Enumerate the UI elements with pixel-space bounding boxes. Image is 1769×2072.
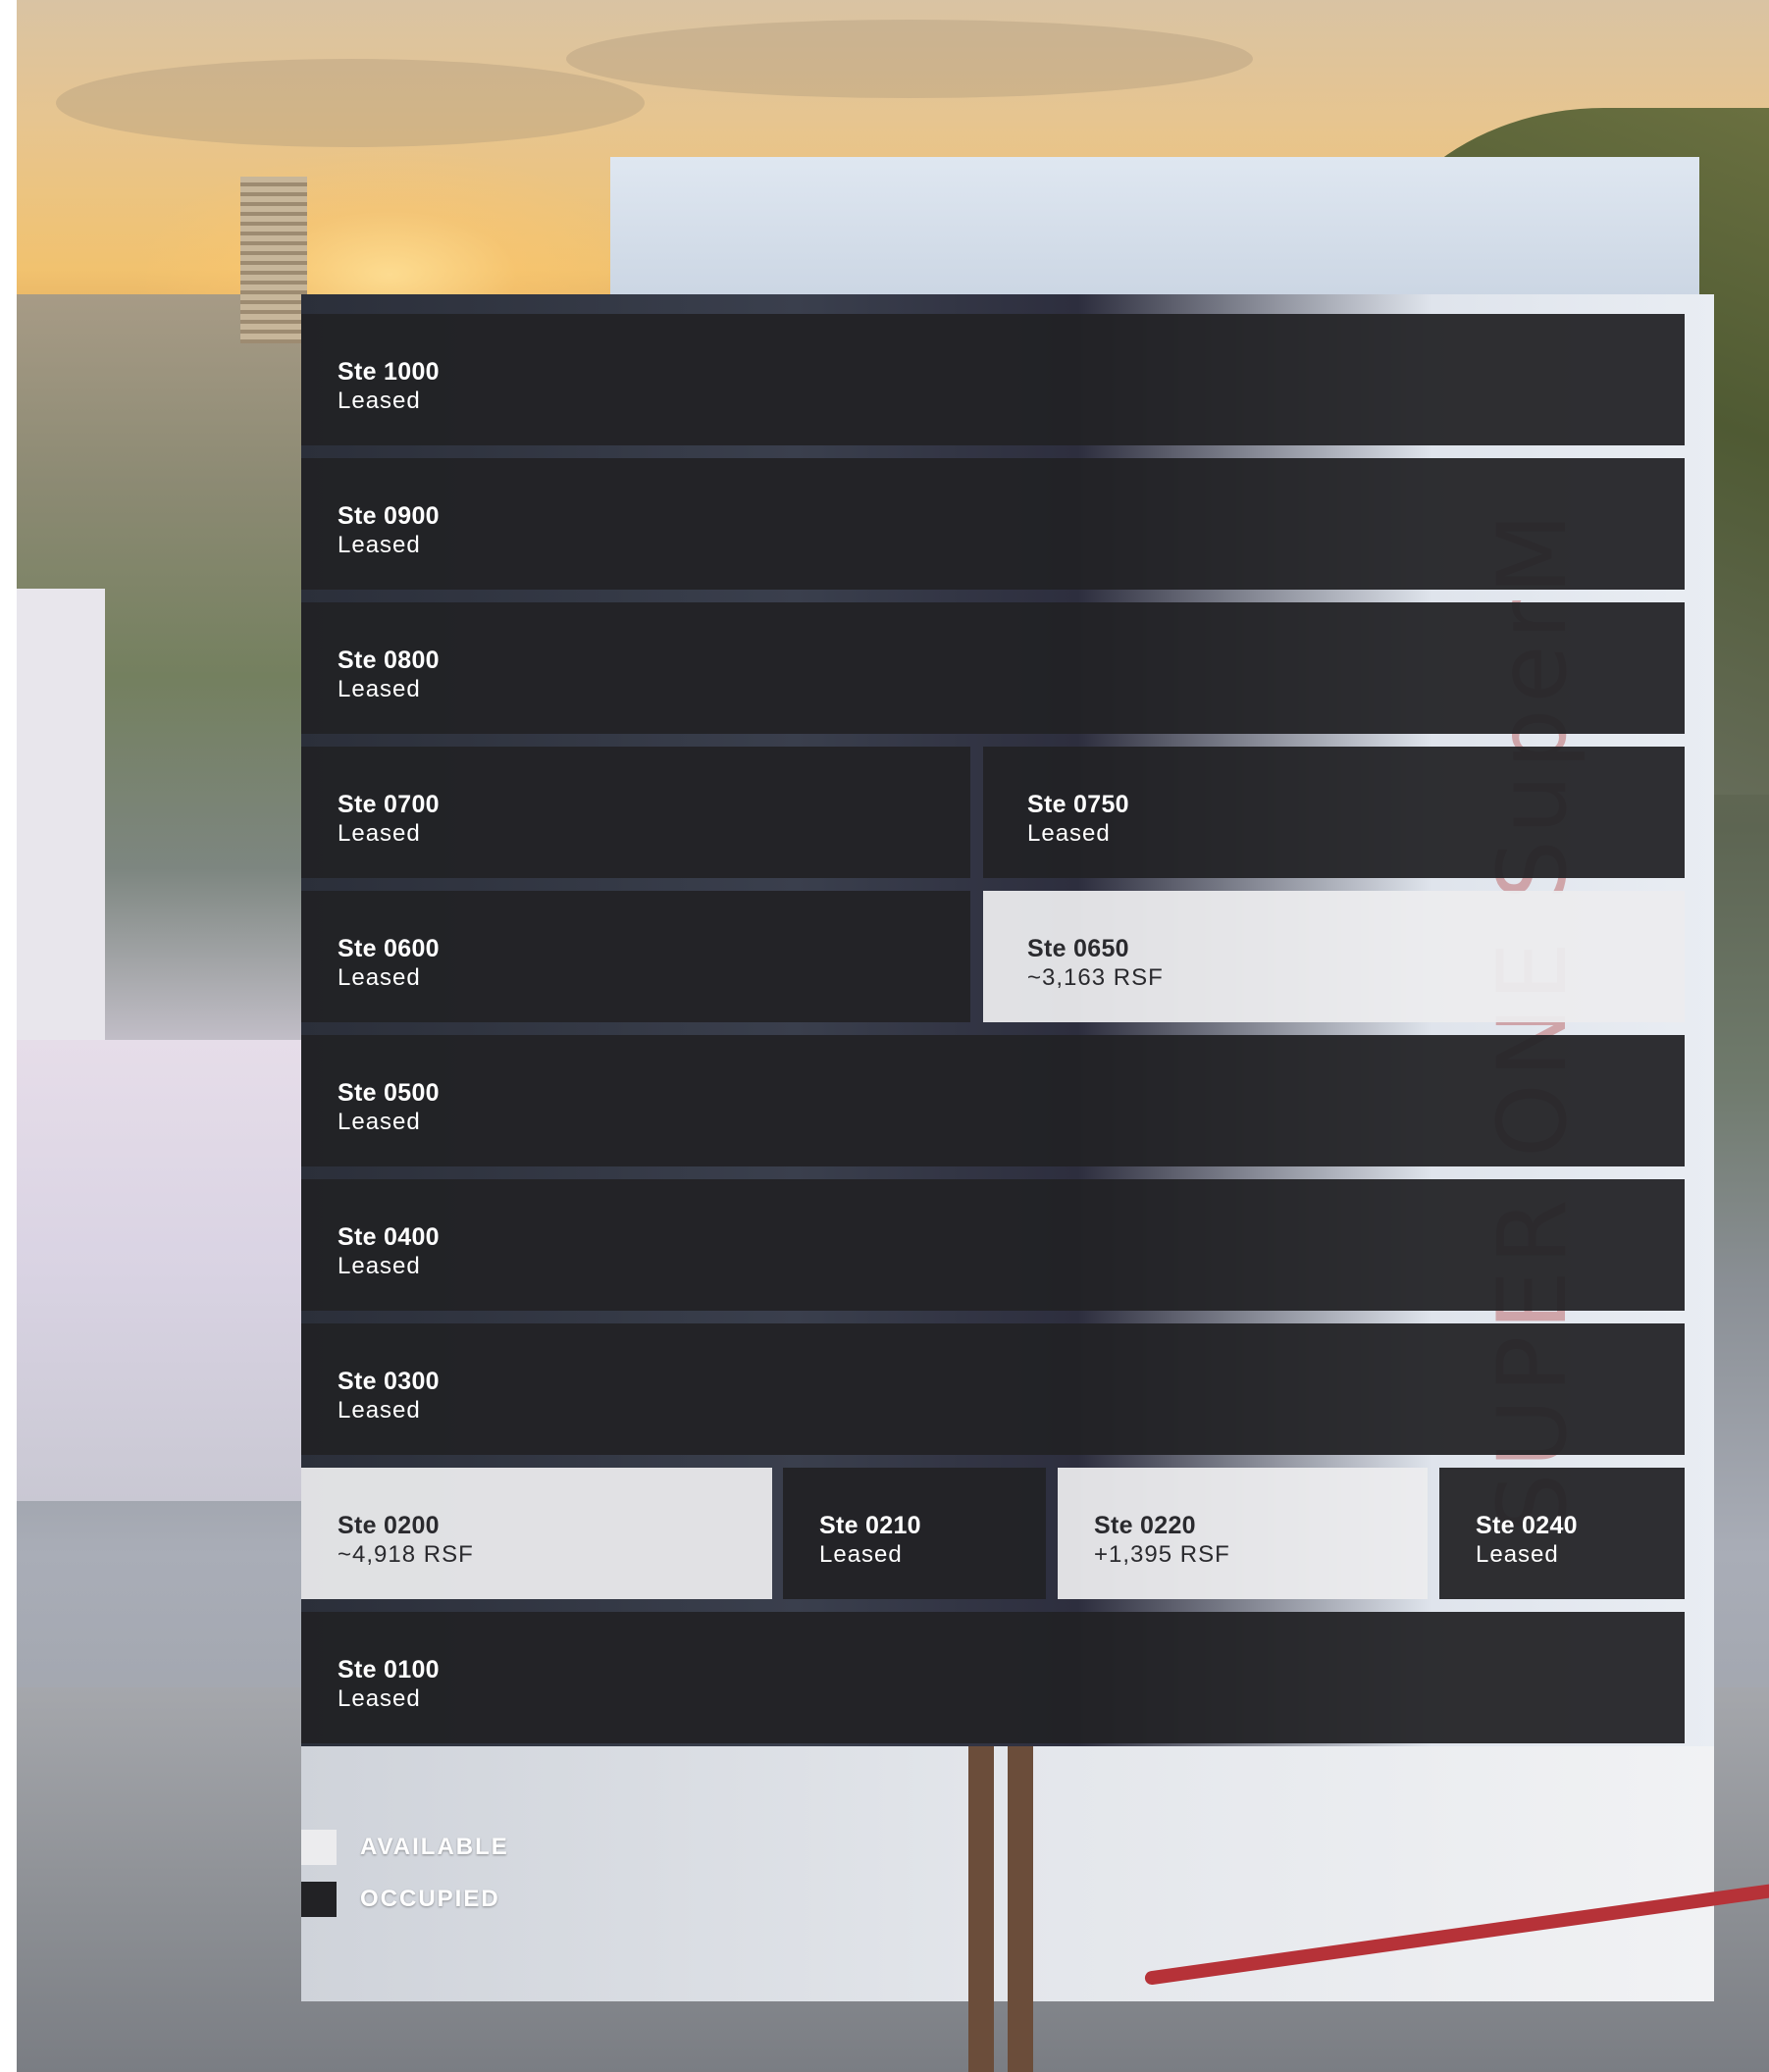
suite-0220[interactable]: Ste 0220 +1,395 RSF (1058, 1468, 1428, 1599)
suite-1000[interactable]: Ste 1000 Leased (301, 314, 1685, 445)
suite-0100[interactable]: Ste 0100 Leased (301, 1612, 1685, 1743)
suite-name: Ste 0600 (338, 935, 440, 962)
suite-status: Leased (338, 1685, 421, 1712)
suite-status: Leased (338, 676, 421, 702)
suite-name: Ste 0650 (1027, 935, 1129, 962)
rooftop-structure (610, 157, 1699, 314)
suite-name: Ste 0240 (1476, 1512, 1578, 1539)
suite-0500[interactable]: Ste 0500 Leased (301, 1035, 1685, 1166)
suite-name: Ste 1000 (338, 358, 440, 386)
suite-0240[interactable]: Ste 0240 Leased (1439, 1468, 1685, 1599)
legend: AVAILABLE OCCUPIED (301, 1830, 509, 1935)
suite-name: Ste 0300 (338, 1368, 440, 1395)
suite-name: Ste 0500 (338, 1079, 440, 1107)
palm-tree (1008, 1746, 1033, 2072)
suite-status: Leased (338, 820, 421, 847)
suite-status: Leased (1476, 1541, 1559, 1568)
white-building (17, 589, 105, 1118)
suite-status: Leased (338, 388, 421, 414)
available-swatch (301, 1830, 337, 1865)
suite-0750[interactable]: Ste 0750 Leased (983, 747, 1685, 878)
suite-0600[interactable]: Ste 0600 Leased (301, 891, 970, 1022)
legend-available: AVAILABLE (301, 1830, 509, 1865)
suite-0300[interactable]: Ste 0300 Leased (301, 1323, 1685, 1455)
stacking-plan: SUPER ONE SuperM Ste 1000 Leased Ste 090… (301, 314, 1685, 1746)
suite-0200[interactable]: Ste 0200 ~4,918 RSF (301, 1468, 772, 1599)
palm-tree (968, 1746, 994, 2072)
suite-status: Leased (1027, 820, 1111, 847)
suite-status: Leased (338, 532, 421, 558)
suite-name: Ste 0800 (338, 647, 440, 674)
legend-label: AVAILABLE (360, 1834, 509, 1860)
legend-occupied: OCCUPIED (301, 1882, 509, 1917)
suite-status: Leased (338, 1397, 421, 1424)
suite-name: Ste 0220 (1094, 1512, 1196, 1539)
suite-0900[interactable]: Ste 0900 Leased (301, 458, 1685, 590)
suite-name: Ste 0750 (1027, 791, 1129, 818)
distant-tower (240, 177, 307, 343)
suite-0700[interactable]: Ste 0700 Leased (301, 747, 970, 878)
suite-name: Ste 0200 (338, 1512, 440, 1539)
suite-status: +1,395 RSF (1094, 1541, 1230, 1568)
parking-roof (17, 1040, 311, 1501)
suite-status: Leased (338, 1109, 421, 1135)
suite-status: Leased (338, 1253, 421, 1279)
suite-name: Ste 0100 (338, 1656, 440, 1684)
occupied-swatch (301, 1882, 337, 1917)
suite-status: Leased (338, 964, 421, 991)
suite-name: Ste 0900 (338, 502, 440, 530)
suite-status: Leased (819, 1541, 903, 1568)
suite-0800[interactable]: Ste 0800 Leased (301, 602, 1685, 734)
suite-name: Ste 0210 (819, 1512, 921, 1539)
suite-status: ~4,918 RSF (338, 1541, 474, 1568)
suite-name: Ste 0400 (338, 1223, 440, 1251)
suite-0650[interactable]: Ste 0650 ~3,163 RSF (983, 891, 1685, 1022)
cloud (566, 20, 1253, 98)
suite-0400[interactable]: Ste 0400 Leased (301, 1179, 1685, 1311)
suite-0210[interactable]: Ste 0210 Leased (783, 1468, 1046, 1599)
legend-label: OCCUPIED (360, 1886, 500, 1912)
suite-status: ~3,163 RSF (1027, 964, 1164, 991)
cloud (56, 59, 645, 147)
suite-name: Ste 0700 (338, 791, 440, 818)
